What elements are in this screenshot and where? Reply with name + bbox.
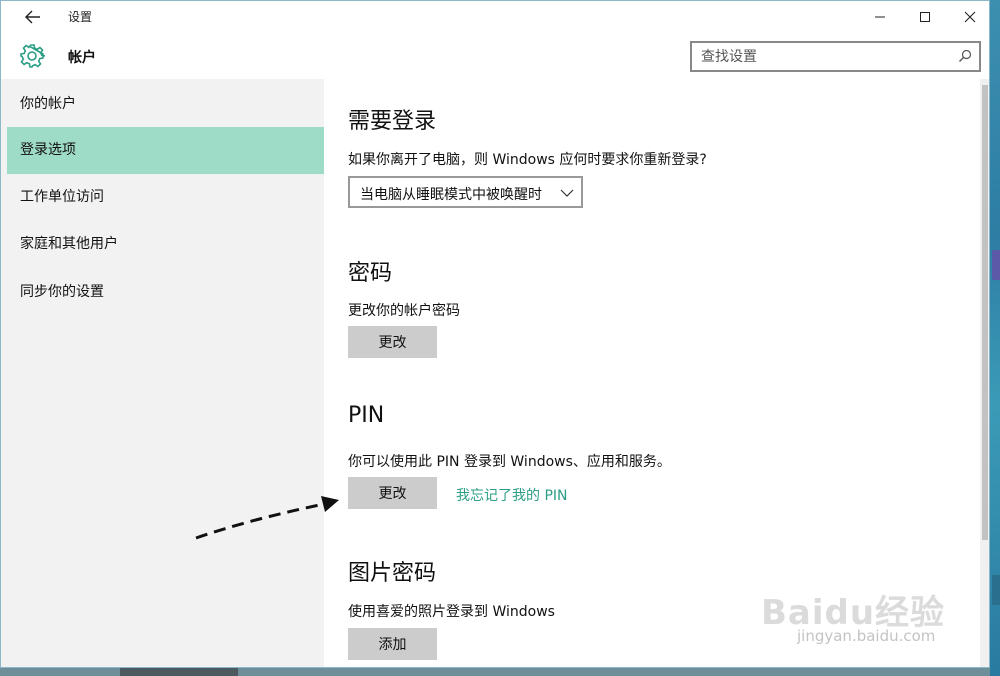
picture-password-heading: 图片密码 (348, 561, 437, 586)
back-arrow-icon (25, 10, 40, 24)
sidebar-item-sync-settings[interactable]: 同步你的设置 (7, 269, 324, 316)
baidu-watermark: Baidu经验 jingyan.baidu.com (761, 567, 951, 657)
close-button[interactable] (947, 1, 989, 33)
search-box[interactable] (690, 41, 981, 72)
forgot-pin-link[interactable]: 我忘记了我的 PIN (456, 485, 568, 505)
sidebar-item-your-account[interactable]: 你的帐户 (7, 81, 324, 128)
minimize-button[interactable] (857, 1, 903, 33)
section-title: 帐户 (68, 50, 96, 66)
maximize-button[interactable] (902, 1, 948, 33)
minimize-icon (875, 16, 885, 18)
settings-header: 帐户 (1, 33, 989, 79)
add-picture-password-button[interactable]: 添加 (348, 628, 437, 660)
scroll-thumb[interactable] (982, 85, 988, 540)
pin-heading: PIN (348, 403, 385, 428)
sidebar-item-sign-in-options[interactable]: 登录选项 (7, 127, 324, 174)
desktop-icon (992, 575, 1000, 605)
desktop-icon (992, 250, 1000, 280)
password-heading: 密码 (348, 261, 393, 286)
change-password-button[interactable]: 更改 (348, 326, 437, 358)
settings-window: 设置 帐户 查找设置 你的帐户 登录选项 工作单位访问 家庭和其他用户 同步你的… (0, 0, 990, 668)
require-signin-heading: 需要登录 (348, 109, 437, 134)
annotation-arrow-icon (195, 496, 339, 540)
search-icon (959, 49, 972, 62)
sidebar-item-family-users[interactable]: 家庭和其他用户 (7, 221, 324, 268)
picture-password-description: 使用喜爱的照片登录到 Windows (348, 604, 555, 620)
close-icon (964, 11, 976, 23)
sidebar-item-work-access[interactable]: 工作单位访问 (7, 174, 324, 221)
pin-description: 你可以使用此 PIN 登录到 Windows、应用和服务。 (348, 454, 671, 470)
sidebar: 你的帐户 登录选项 工作单位访问 家庭和其他用户 同步你的设置 (1, 79, 324, 667)
taskbar-item (120, 668, 238, 676)
search-input[interactable] (692, 43, 952, 70)
window-title: 设置 (68, 10, 93, 24)
title-bar: 设置 (1, 1, 989, 33)
require-signin-dropdown[interactable]: 当电脑从睡眠模式中被唤醒时 (348, 176, 583, 208)
maximize-icon (920, 12, 930, 22)
change-pin-button[interactable]: 更改 (348, 477, 437, 509)
scrollbar[interactable] (980, 79, 989, 667)
dropdown-value: 当电脑从睡眠模式中被唤醒时 (360, 187, 542, 203)
password-description: 更改你的帐户密码 (348, 303, 460, 319)
taskbar-edge (0, 668, 990, 676)
back-button[interactable] (13, 5, 53, 29)
require-signin-description: 如果你离开了电脑，则 Windows 应何时要求你重新登录? (348, 152, 707, 168)
gear-icon (20, 44, 45, 68)
chevron-down-icon (560, 189, 574, 197)
watermark-url: jingyan.baidu.com (797, 627, 936, 645)
